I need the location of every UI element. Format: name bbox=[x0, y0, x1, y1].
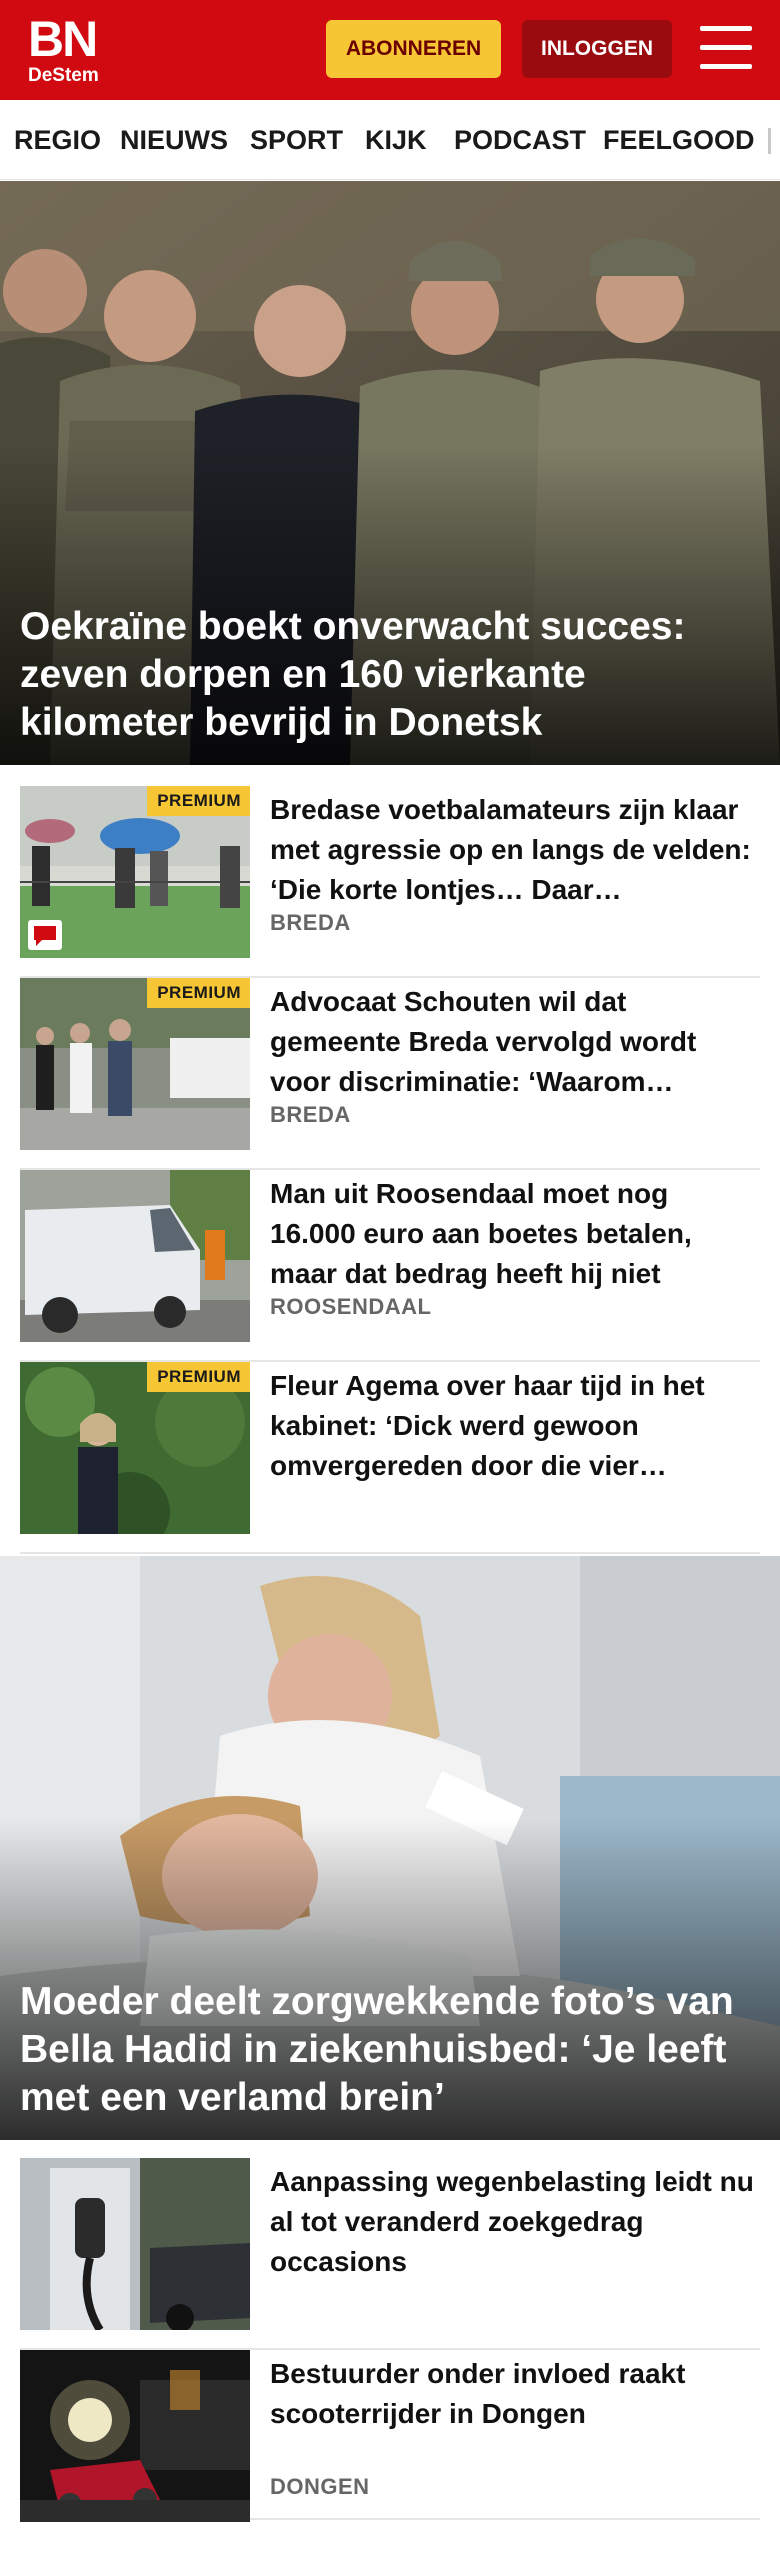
article-thumbnail bbox=[20, 2350, 250, 2522]
login-button[interactable]: INLOGGEN bbox=[522, 20, 672, 78]
list-item[interactable]: Bestuurder onder invloed raakt scooterri… bbox=[20, 2350, 760, 2522]
logo-main-text: BN bbox=[28, 11, 98, 67]
article-thumbnail: PREMIUM bbox=[20, 786, 250, 958]
hero-article-ukraine[interactable]: Oekraïne boekt onverwacht succes: zeven … bbox=[0, 181, 780, 765]
article-title: Bestuurder onder invloed raakt scooterri… bbox=[270, 2358, 686, 2429]
article-thumbnail: PREMIUM bbox=[20, 978, 250, 1150]
comment-icon bbox=[28, 920, 62, 950]
list-item[interactable]: Man uit Roosendaal moet nog 16.000 euro … bbox=[20, 1170, 760, 1362]
hero-article-bella-hadid[interactable]: Moeder deelt zorgwekkende foto’s van Bel… bbox=[0, 1556, 780, 2140]
article-location: DONGEN bbox=[270, 2474, 370, 2499]
article-location: BREDA bbox=[270, 1102, 351, 1127]
article-title: Man uit Roosendaal moet nog 16.000 euro … bbox=[270, 1178, 692, 1289]
premium-badge: PREMIUM bbox=[147, 1362, 250, 1392]
logo-sub-text: DeStem bbox=[28, 65, 99, 86]
nav-item-sport[interactable]: SPORT bbox=[250, 124, 343, 156]
article-location: ROOSENDAAL bbox=[270, 1294, 432, 1319]
nav-item-nieuws[interactable]: NIEUWS bbox=[120, 124, 228, 156]
hero-headline: Moeder deelt zorgwekkende foto’s van Bel… bbox=[20, 1980, 734, 2119]
nav-overflow-divider bbox=[768, 128, 771, 154]
subscribe-button[interactable]: ABONNEREN bbox=[326, 20, 501, 78]
bn-destem-logo[interactable]: BN DeStem bbox=[28, 14, 112, 88]
list-item[interactable]: Aanpassing wegenbelasting leidt nu al to… bbox=[20, 2158, 760, 2350]
nav-item-podcast[interactable]: PODCAST bbox=[454, 124, 586, 156]
top-header-bar: BN DeStem ABONNEREN INLOGGEN bbox=[0, 0, 780, 100]
list-item[interactable]: PREMIUM Bredase voetbalamateurs zijn kla… bbox=[20, 786, 760, 978]
article-thumbnail bbox=[20, 1170, 250, 1342]
article-thumbnail bbox=[20, 2158, 250, 2330]
thumb-ev-charger bbox=[20, 2158, 250, 2330]
article-title: Fleur Agema over haar tijd in het kabine… bbox=[270, 1370, 705, 1481]
article-title: Aanpassing wegenbelasting leidt nu al to… bbox=[270, 2166, 754, 2277]
thumb-white-van bbox=[20, 1170, 250, 1342]
nav-item-kijk[interactable]: KIJK bbox=[365, 124, 427, 156]
section-nav: REGIO NIEUWS SPORT KIJK PODCAST FEELGOOD bbox=[0, 100, 780, 180]
article-location: BREDA bbox=[270, 910, 351, 935]
premium-badge: PREMIUM bbox=[147, 978, 250, 1008]
hero-headline: Oekraïne boekt onverwacht succes: zeven … bbox=[20, 605, 686, 744]
thumb-scooter-accident bbox=[20, 2350, 250, 2522]
list-item[interactable]: PREMIUM Fleur Agema over haar tijd in he… bbox=[20, 1362, 760, 1554]
article-title: Advocaat Schouten wil dat gemeente Breda… bbox=[270, 986, 697, 1097]
article-title: Bredase voetbalamateurs zijn klaar met a… bbox=[270, 794, 751, 905]
nav-item-regio[interactable]: REGIO bbox=[14, 124, 101, 156]
nav-item-feelgood[interactable]: FEELGOOD bbox=[603, 124, 755, 156]
article-thumbnail: PREMIUM bbox=[20, 1362, 250, 1534]
hamburger-menu-icon[interactable] bbox=[700, 26, 752, 72]
premium-badge: PREMIUM bbox=[147, 786, 250, 816]
list-item[interactable]: PREMIUM Advocaat Schouten wil dat gemeen… bbox=[20, 978, 760, 1170]
